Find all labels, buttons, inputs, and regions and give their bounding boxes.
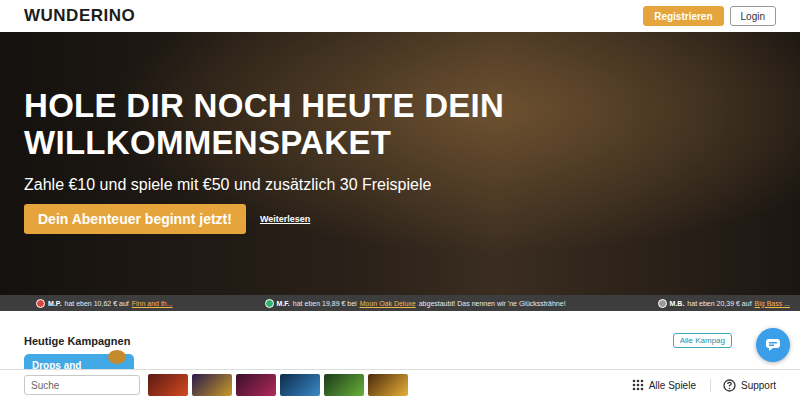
user-icon: [36, 299, 45, 308]
search-input[interactable]: [24, 375, 140, 395]
coin-icon: [108, 350, 126, 364]
campaigns-title: Heutige Kampagnen: [24, 335, 130, 347]
game-thumbnails: [148, 374, 408, 396]
campaigns-header: Heutige Kampagnen Alle Kampag: [24, 333, 776, 348]
logo[interactable]: WUNDERINO: [24, 6, 135, 26]
bottom-bar: Alle Spiele Support: [0, 369, 800, 400]
game-thumbnail[interactable]: [236, 374, 276, 396]
game-thumbnail[interactable]: [324, 374, 364, 396]
bottom-link[interactable]: Support: [710, 379, 776, 392]
chat-button[interactable]: [756, 328, 790, 362]
hero-actions: Dein Abenteuer beginnt jetzt! Weiterlesen: [24, 204, 776, 234]
auth-button[interactable]: Login: [730, 6, 776, 26]
casino-page: WUNDERINO Registrieren Login HOLE DIR NOCH …: [0, 0, 800, 400]
chat-icon: [765, 338, 781, 352]
all-campaigns-button[interactable]: Alle Kampag: [673, 333, 732, 348]
cta-button[interactable]: Dein Abenteuer beginnt jetzt!: [24, 204, 246, 234]
help-icon: [723, 379, 736, 392]
ticker-item: M.P.hat eben 10,62 € aufFinn and th...: [36, 299, 173, 308]
win-ticker: M.P.hat eben 10,62 € aufFinn and th... M.…: [0, 295, 800, 311]
auth-buttons: Registrieren Login: [643, 6, 776, 26]
user-icon: [265, 299, 274, 308]
bottom-links: Alle Spiele Support: [632, 379, 776, 392]
hero-subtitle: Zahle €10 und spiele mit €50 und zusätzl…: [24, 176, 776, 194]
grid-icon: [632, 379, 644, 391]
ticker-item: M.B.hat eben 20,39 € aufBig Bass ...: [658, 299, 790, 308]
read-more-link[interactable]: Weiterlesen: [260, 214, 310, 224]
game-thumbnail[interactable]: [148, 374, 188, 396]
bottom-link[interactable]: Alle Spiele: [632, 379, 696, 391]
top-bar: WUNDERINO Registrieren Login: [0, 0, 800, 32]
user-icon: [658, 299, 667, 308]
game-link[interactable]: Big Bass ...: [755, 300, 790, 307]
auth-button[interactable]: Registrieren: [643, 6, 723, 26]
ticker-item: M.F.hat eben 19,89 € beiMoon Oak Deluxea…: [265, 299, 566, 308]
hero-banner: HOLE DIR NOCH HEUTE DEINWILLKOMMENSPAKET…: [0, 32, 800, 295]
game-thumbnail[interactable]: [192, 374, 232, 396]
game-link[interactable]: Moon Oak Deluxe: [360, 300, 416, 307]
game-thumbnail[interactable]: [280, 374, 320, 396]
hero-title: HOLE DIR NOCH HEUTE DEINWILLKOMMENSPAKET: [24, 88, 776, 162]
game-link[interactable]: Finn and th...: [132, 300, 173, 307]
game-thumbnail[interactable]: [368, 374, 408, 396]
